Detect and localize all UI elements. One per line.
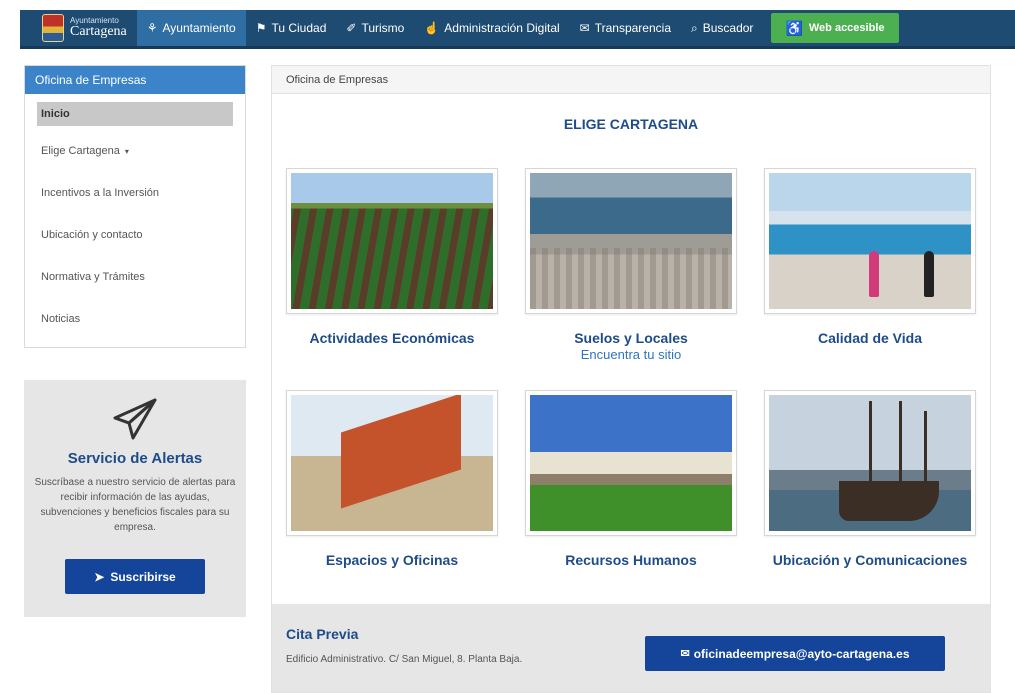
subscribe-button[interactable]: ➤ Suscribirse [65, 559, 205, 594]
main-content: Oficina de Empresas ELIGE CARTAGENA Acti… [271, 65, 991, 693]
nav-label: Ayuntamiento [162, 21, 236, 35]
office-address: Edificio Administrativo. C/ San Miguel, … [286, 654, 523, 665]
accessible-web-button[interactable]: ♿ Web accesible [771, 13, 899, 43]
cyclist-figure [924, 251, 934, 297]
card-image-link[interactable] [525, 390, 737, 536]
fields-photo [291, 173, 493, 309]
nav-transparencia[interactable]: ✉ Transparencia [570, 10, 681, 46]
nav-buscador[interactable]: ⌕ Buscador [681, 10, 763, 46]
pencil-icon: ✐ [346, 21, 357, 35]
sidebar-heading: Oficina de Empresas [25, 66, 245, 94]
nav-label: Tu Ciudad [271, 21, 327, 35]
ayuntamiento-icon: ⚘ [146, 21, 158, 35]
card-subtitle: Encuentra tu sitio [580, 347, 682, 362]
email-address: oficinadeempresa@ayto-cartagena.es [693, 646, 910, 661]
search-icon: ⌕ [691, 20, 698, 35]
cyclist-figure [869, 251, 879, 297]
sidebar-menu: Oficina de Empresas Inicio Elige Cartage… [24, 65, 246, 348]
caret-down-icon: ▾ [124, 146, 129, 156]
envelope-icon: ✉ [680, 648, 690, 660]
sidebar-item-ubicacion[interactable]: Ubicación y contacto [25, 214, 245, 256]
cita-previa-title: Cita Previa [286, 626, 359, 642]
nav-label: Turismo [361, 21, 405, 35]
sidebar-item-elige-cartagena[interactable]: Elige Cartagena ▾ [25, 130, 245, 172]
sidebar-item-label: Elige Cartagena [41, 145, 120, 157]
card-actividades-economicas[interactable]: Actividades Económicas [286, 168, 498, 346]
card-recursos-humanos[interactable]: Recursos Humanos [525, 390, 737, 568]
card-title[interactable]: Calidad de Vida [764, 330, 976, 346]
alerts-description: Suscríbase a nuestro servicio de alertas… [34, 477, 236, 533]
breadcrumb: Oficina de Empresas [272, 66, 990, 94]
nav-label: Transparencia [594, 21, 671, 35]
email-button[interactable]: ✉ oficinadeempresa@ayto-cartagena.es [645, 636, 945, 671]
card-calidad-de-vida[interactable]: Calidad de Vida [764, 168, 976, 346]
card-image-link[interactable] [286, 168, 498, 314]
alerts-title: Servicio de Alertas [67, 450, 203, 467]
accessible-label: Web accesible [808, 22, 885, 34]
nav-label: Buscador [702, 21, 754, 35]
pointer-icon: ☝ [424, 21, 440, 35]
cartagena-logo[interactable]: Ayuntamiento Cartagena [20, 10, 137, 46]
top-navbar: Ayuntamiento Cartagena ⚘ Ayuntamiento ⚑ … [20, 10, 1015, 46]
wheelchair-icon: ♿ [785, 19, 803, 36]
card-ubicacion-comunicaciones[interactable]: Ubicación y Comunicaciones [764, 390, 976, 568]
sidebar-item-inicio[interactable]: Inicio [37, 102, 233, 126]
send-icon: ➤ [94, 569, 105, 584]
card-title[interactable]: Suelos y Locales [525, 330, 737, 346]
nav-administracion-digital[interactable]: ☝ Administración Digital [414, 10, 569, 46]
nav-ayuntamiento[interactable]: ⚘ Ayuntamiento [136, 10, 246, 46]
office-building-photo [291, 395, 493, 531]
card-suelos-locales[interactable]: Suelos y Locales Encuentra tu sitio [525, 168, 737, 362]
card-title[interactable]: Espacios y Oficinas [286, 552, 498, 568]
logo-title: Cartagena [70, 24, 127, 39]
coat-of-arms-icon [42, 14, 64, 42]
navbar-underline [20, 46, 1015, 49]
card-image-link[interactable] [286, 390, 498, 536]
nav-label: Administración Digital [444, 21, 560, 35]
paper-plane-icon [113, 398, 157, 440]
cita-previa-footer: Cita Previa Edificio Administrativo. C/ … [272, 604, 990, 692]
card-image-link[interactable] [764, 390, 976, 536]
nav-tu-ciudad[interactable]: ⚑ Tu Ciudad [246, 10, 337, 46]
sidebar-item-noticias[interactable]: Noticias [25, 298, 245, 340]
card-image-link[interactable] [764, 168, 976, 314]
sidebar-item-normativa[interactable]: Normativa y Trámites [25, 256, 245, 298]
flag-icon: ⚑ [255, 21, 267, 35]
port-aerial-photo [530, 173, 732, 309]
subscribe-label: Suscribirse [110, 569, 176, 584]
card-image-link[interactable] [525, 168, 737, 314]
waterfront-cyclists-photo [769, 173, 971, 309]
sidebar-item-incentivos[interactable]: Incentivos a la Inversión [25, 172, 245, 214]
card-espacios-oficinas[interactable]: Espacios y Oficinas [286, 390, 498, 568]
chat-icon: ✉ [579, 21, 590, 35]
page-title: ELIGE CARTAGENA [563, 116, 699, 132]
fortress-lawn-photo [530, 395, 732, 531]
nav-turismo[interactable]: ✐ Turismo [336, 10, 414, 46]
card-title[interactable]: Actividades Económicas [286, 330, 498, 346]
card-title[interactable]: Recursos Humanos [525, 552, 737, 568]
card-title[interactable]: Ubicación y Comunicaciones [764, 552, 976, 568]
alerts-panel: Servicio de Alertas Suscríbase a nuestro… [24, 380, 246, 617]
galleon-ship-photo [769, 395, 971, 531]
